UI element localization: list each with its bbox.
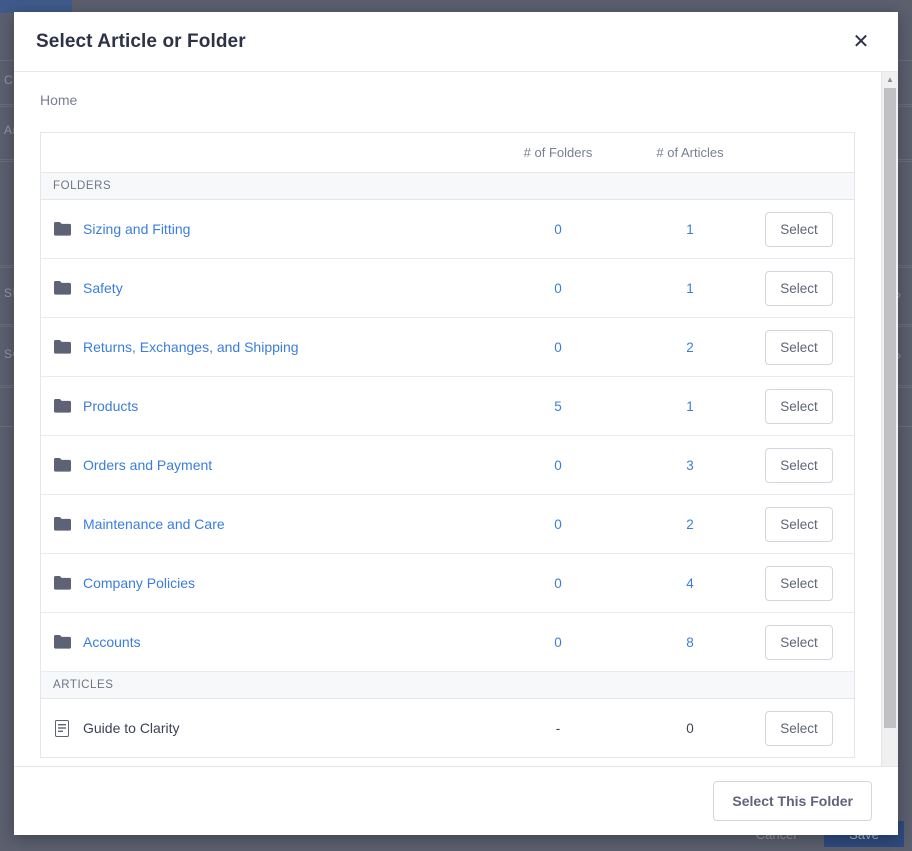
row-name-cell: Products <box>41 397 508 415</box>
articles-count[interactable]: 4 <box>640 576 740 591</box>
row-name-cell: Company Policies <box>41 574 508 592</box>
folder-icon <box>53 456 71 474</box>
folders-count[interactable]: 0 <box>508 340 608 355</box>
table-row: Guide to Clarity - 0 Select <box>41 699 854 758</box>
dialog-body-scrollbar[interactable]: ▲ <box>881 72 898 766</box>
row-name-cell: Sizing and Fitting <box>41 220 508 238</box>
dialog-footer: Select This Folder <box>14 766 898 835</box>
row-label[interactable]: Accounts <box>83 634 141 650</box>
document-icon <box>53 719 71 737</box>
folders-count[interactable]: 0 <box>508 517 608 532</box>
column-header-articles: # of Articles <box>656 145 724 160</box>
articles-count: 0 <box>686 720 694 736</box>
folders-count[interactable]: 0 <box>508 281 608 296</box>
select-button[interactable]: Select <box>765 710 833 746</box>
dialog-body: Home # of Folders # of Articles FOLDERS S… <box>14 72 898 766</box>
dialog-header: Select Article or Folder ✕ <box>14 12 898 72</box>
articles-count[interactable]: 8 <box>640 635 740 650</box>
select-button[interactable]: Select <box>765 624 833 660</box>
select-button[interactable]: Select <box>765 388 833 424</box>
folders-count[interactable]: 0 <box>508 576 608 591</box>
row-action-cell: Select <box>744 388 854 424</box>
column-header-folders: # of Folders <box>523 145 593 160</box>
folder-icon <box>53 220 71 238</box>
folder-icon <box>53 515 71 533</box>
close-icon[interactable]: ✕ <box>846 27 876 57</box>
row-action-cell: Select <box>744 211 854 247</box>
folder-icon <box>53 397 71 415</box>
folders-count[interactable]: 0 <box>508 635 608 650</box>
scrollbar-thumb[interactable] <box>884 88 896 728</box>
row-name-cell: Returns, Exchanges, and Shipping <box>41 338 508 356</box>
breadcrumb[interactable]: Home <box>14 72 881 108</box>
select-button[interactable]: Select <box>765 270 833 306</box>
row-label[interactable]: Safety <box>83 280 123 296</box>
table-row: Orders and Payment 0 3 Select <box>41 436 854 495</box>
row-action-cell: Select <box>744 447 854 483</box>
folders-count[interactable]: 0 <box>508 458 608 473</box>
folder-icon <box>53 633 71 651</box>
articles-count[interactable]: 2 <box>640 517 740 532</box>
browser-table: # of Folders # of Articles FOLDERS Sizing… <box>40 132 855 758</box>
row-action-cell: Select <box>744 329 854 365</box>
folders-count: - <box>555 720 561 736</box>
row-name-cell: Orders and Payment <box>41 456 508 474</box>
select-button[interactable]: Select <box>765 329 833 365</box>
articles-count[interactable]: 2 <box>640 340 740 355</box>
row-name-cell: Guide to Clarity <box>41 719 508 737</box>
row-action-cell: Select <box>744 565 854 601</box>
select-button[interactable]: Select <box>765 565 833 601</box>
articles-count[interactable]: 1 <box>640 399 740 414</box>
articles-count[interactable]: 3 <box>640 458 740 473</box>
row-label[interactable]: Orders and Payment <box>83 457 212 473</box>
row-label[interactable]: Maintenance and Care <box>83 516 225 532</box>
folders-count[interactable]: 5 <box>508 399 608 414</box>
table-row: Returns, Exchanges, and Shipping 0 2 Select <box>41 318 854 377</box>
table-header-row: # of Folders # of Articles <box>41 133 854 173</box>
select-button[interactable]: Select <box>765 506 833 542</box>
row-action-cell: Select <box>744 624 854 660</box>
scroll-up-arrow-icon[interactable]: ▲ <box>882 72 898 87</box>
section-header-folders: FOLDERS <box>41 173 854 200</box>
folders-count[interactable]: 0 <box>508 222 608 237</box>
breadcrumb-item-home[interactable]: Home <box>40 92 77 108</box>
table-row: Safety 0 1 Select <box>41 259 854 318</box>
table-sections: FOLDERS Sizing and Fitting 0 1 Select Safety 0… <box>41 173 854 758</box>
articles-count[interactable]: 1 <box>640 222 740 237</box>
select-button[interactable]: Select <box>765 447 833 483</box>
row-action-cell: Select <box>744 710 854 746</box>
folder-icon <box>53 279 71 297</box>
row-name-cell: Accounts <box>41 633 508 651</box>
select-button[interactable]: Select <box>765 211 833 247</box>
table-row: Accounts 0 8 Select <box>41 613 854 672</box>
dialog-body-content: Home # of Folders # of Articles FOLDERS S… <box>14 72 881 766</box>
select-this-folder-button[interactable]: Select This Folder <box>713 781 872 821</box>
table-row: Products 5 1 Select <box>41 377 854 436</box>
table-row: Company Policies 0 4 Select <box>41 554 854 613</box>
row-label[interactable]: Returns, Exchanges, and Shipping <box>83 339 299 355</box>
table-row: Maintenance and Care 0 2 Select <box>41 495 854 554</box>
row-name-cell: Maintenance and Care <box>41 515 508 533</box>
row-action-cell: Select <box>744 506 854 542</box>
table-row: Sizing and Fitting 0 1 Select <box>41 200 854 259</box>
row-action-cell: Select <box>744 270 854 306</box>
articles-count[interactable]: 1 <box>640 281 740 296</box>
folder-icon <box>53 574 71 592</box>
select-article-or-folder-dialog: Select Article or Folder ✕ Home # of Fol… <box>14 12 898 835</box>
dialog-title: Select Article or Folder <box>36 30 246 52</box>
row-label[interactable]: Products <box>83 398 138 414</box>
row-name-cell: Safety <box>41 279 508 297</box>
row-label[interactable]: Sizing and Fitting <box>83 221 190 237</box>
row-label[interactable]: Company Policies <box>83 575 195 591</box>
section-header-articles: ARTICLES <box>41 672 854 699</box>
folder-icon <box>53 338 71 356</box>
row-label: Guide to Clarity <box>83 720 180 736</box>
